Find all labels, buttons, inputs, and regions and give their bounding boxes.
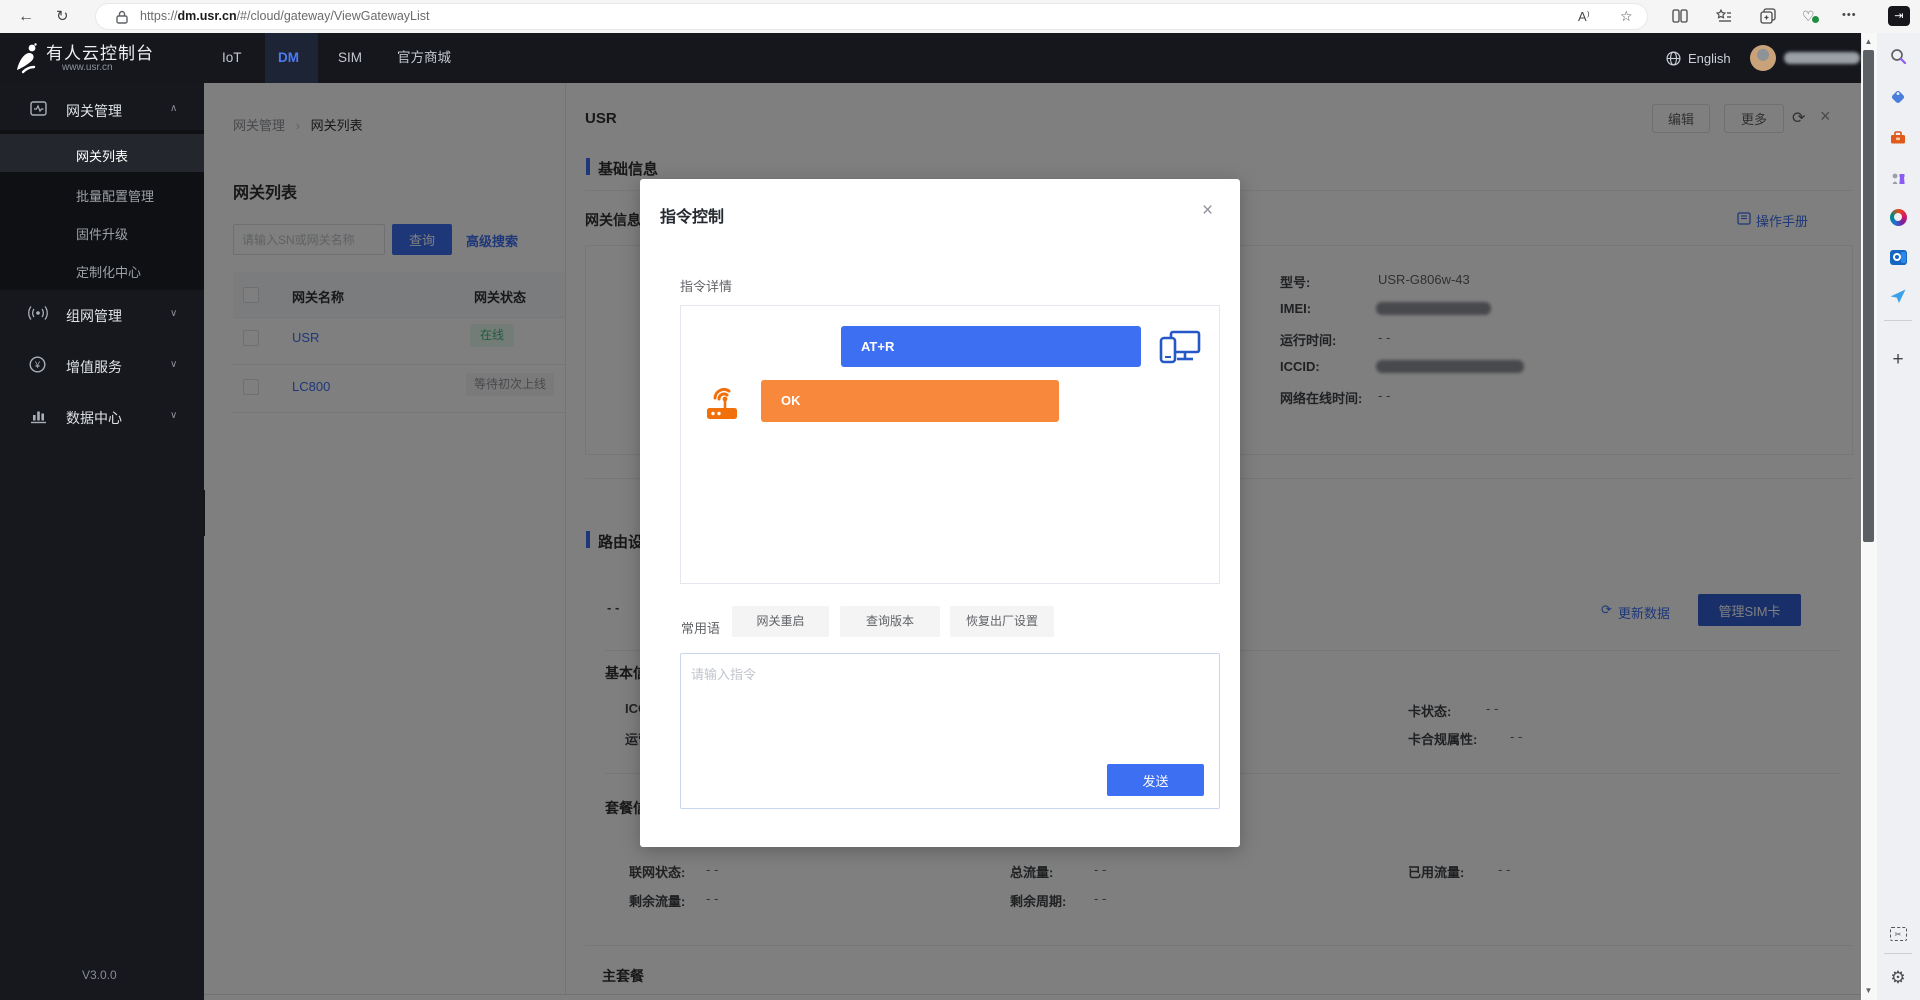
chevron-down-icon: ∨ — [170, 308, 177, 319]
read-aloud-icon[interactable]: A⁾ — [1578, 4, 1590, 29]
sidebar-item-customization-center[interactable]: 定制化中心 — [76, 262, 141, 281]
quick-version-button[interactable]: 查询版本 — [840, 606, 940, 637]
browser-address-bar: ← ↻ https://dm.usr.cn/#/cloud/gateway/Vi… — [0, 0, 1920, 34]
scrollbar-down-icon[interactable]: ▼ — [1863, 986, 1874, 995]
edge-sidebar-divider-2 — [1884, 953, 1912, 954]
version-label: V3.0.0 — [82, 968, 117, 982]
chevron-up-icon: ∧ — [170, 103, 177, 114]
edge-settings-icon[interactable]: ⚙ — [1889, 969, 1907, 987]
tab-sim[interactable]: SIM — [338, 33, 362, 83]
url-bar[interactable]: https://dm.usr.cn/#/cloud/gateway/ViewGa… — [96, 4, 1647, 29]
collections-icon[interactable] — [1716, 9, 1732, 23]
tab-iot[interactable]: IoT — [222, 33, 242, 83]
scrollbar-up-icon[interactable]: ▲ — [1863, 37, 1874, 46]
sidebar-item-firmware-upgrade[interactable]: 固件升级 — [76, 224, 128, 243]
edge-outlook-icon[interactable] — [1889, 248, 1907, 266]
send-button[interactable]: 发送 — [1107, 764, 1204, 796]
router-icon — [703, 382, 741, 422]
sidebar-item-batch-config[interactable]: 批量配置管理 — [76, 186, 154, 205]
more-menu-icon[interactable]: ••• — [1842, 3, 1857, 28]
gateway-manage-icon — [30, 101, 47, 116]
edge-search-icon[interactable] — [1889, 47, 1907, 65]
sidebar-group-gateway[interactable]: 网关管理 — [66, 101, 122, 121]
tab-actions-icon[interactable] — [1760, 8, 1776, 24]
pc-device-icon — [1159, 328, 1201, 366]
command-control-modal: 指令控制 × 指令详情 AT+R OK 常用语 网关重启 查询版本 恢复出厂设置… — [640, 179, 1240, 847]
network-group-icon — [28, 305, 48, 321]
brand-title: 有人云控制台 — [46, 39, 154, 64]
received-reply-bubble: OK — [761, 380, 1059, 422]
chevron-down-icon: ∨ — [170, 410, 177, 421]
scrollbar-thumb[interactable] — [1863, 50, 1874, 542]
split-screen-icon[interactable] — [1672, 9, 1688, 23]
refresh-icon[interactable]: ↻ — [56, 4, 69, 29]
chevron-down-icon: ∨ — [170, 359, 177, 370]
command-input[interactable] — [689, 662, 1163, 766]
sent-command-bubble: AT+R — [841, 326, 1141, 367]
edge-microsoft365-icon[interactable] — [1889, 208, 1907, 226]
data-center-icon — [30, 407, 47, 424]
back-icon[interactable]: ← — [18, 4, 34, 29]
command-input-box: 发送 — [680, 653, 1220, 809]
svg-text:¥: ¥ — [34, 360, 41, 370]
screen: ← ↻ https://dm.usr.cn/#/cloud/gateway/Vi… — [0, 0, 1920, 1000]
modal-close-icon[interactable]: × — [1202, 201, 1213, 220]
url-text: https://dm.usr.cn/#/cloud/gateway/ViewGa… — [140, 4, 430, 29]
command-history-box: AT+R OK — [680, 305, 1220, 584]
sidebar-group-data-center[interactable]: 数据中心 — [66, 408, 122, 428]
value-service-icon: ¥ — [29, 356, 46, 373]
sidebar-group-networking[interactable]: 组网管理 — [66, 306, 122, 326]
usr-logo-icon — [13, 42, 41, 74]
essentials-badge — [1812, 16, 1819, 23]
sidebar-toggle-icon[interactable]: ⇥ — [1888, 6, 1910, 26]
avatar[interactable] — [1750, 45, 1776, 71]
sidebar-item-gateway-list[interactable]: 网关列表 — [76, 146, 128, 165]
quick-reboot-button[interactable]: 网关重启 — [732, 606, 829, 637]
command-detail-label: 指令详情 — [680, 276, 732, 295]
edge-sidebar-divider — [1884, 320, 1912, 321]
language-switch[interactable]: English — [1688, 51, 1731, 66]
tab-dm[interactable]: DM — [278, 33, 299, 83]
edge-shopping-icon[interactable] — [1889, 88, 1907, 106]
tab-official-mall[interactable]: 官方商城 — [397, 33, 451, 83]
quick-commands-label: 常用语 — [681, 618, 720, 637]
user-id-redacted — [1784, 52, 1860, 64]
lock-icon — [116, 10, 128, 24]
modal-title: 指令控制 — [660, 203, 724, 227]
edge-screenshot-icon[interactable]: ✂ — [1889, 925, 1907, 943]
sidebar-group-value-services[interactable]: 增值服务 — [66, 357, 122, 377]
edge-games-icon[interactable] — [1889, 169, 1907, 187]
favorite-star-icon[interactable]: ☆ — [1620, 4, 1633, 29]
brand-subtitle: www.usr.cn — [62, 62, 113, 73]
quick-factory-reset-button[interactable]: 恢复出厂设置 — [950, 606, 1054, 637]
edge-toolbox-icon[interactable] — [1889, 129, 1907, 147]
globe-icon — [1666, 51, 1681, 66]
edge-drop-icon[interactable] — [1889, 287, 1907, 305]
edge-add-icon[interactable]: + — [1889, 351, 1907, 369]
